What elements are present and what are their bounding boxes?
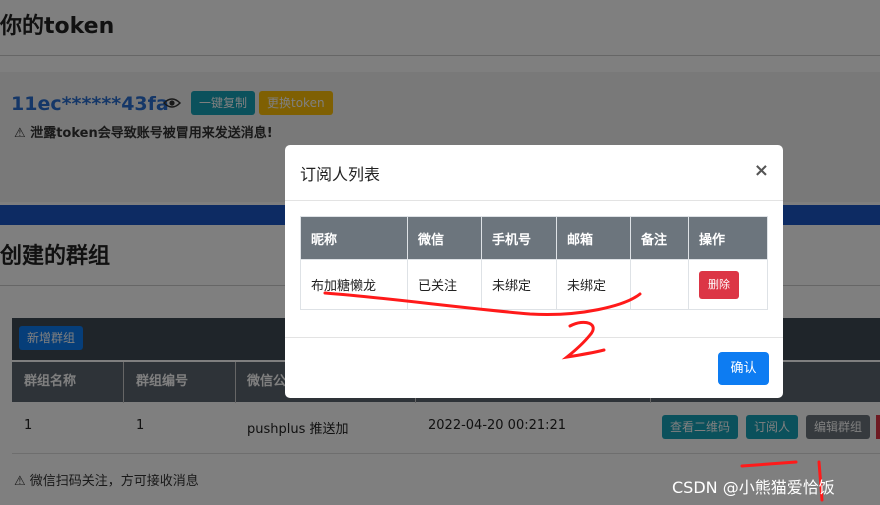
red-annotation bbox=[323, 291, 824, 502]
watermark: CSDN @小熊猫爱恰饭 bbox=[672, 478, 835, 497]
